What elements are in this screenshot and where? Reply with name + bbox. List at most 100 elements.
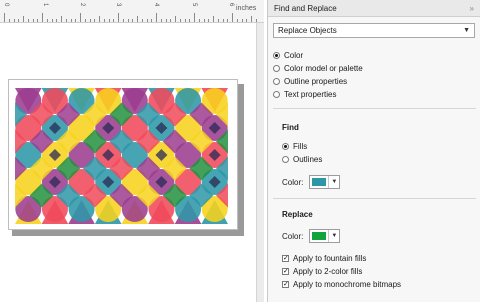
ruler-tick — [217, 19, 219, 22]
ruler-tick — [132, 19, 134, 22]
checkbox-icon: ✓ — [282, 281, 289, 288]
radio-label: Color — [284, 51, 304, 60]
ruler-tick — [141, 19, 143, 22]
ruler-tick — [70, 19, 72, 22]
ruler-tick — [46, 19, 48, 22]
ruler-tick — [122, 19, 124, 22]
chevron-down-icon[interactable]: ▼ — [328, 176, 339, 188]
ruler-tick — [241, 19, 243, 22]
ruler-number: 1 — [42, 3, 48, 7]
checkbox-icon: ✓ — [282, 255, 289, 262]
vertical-scrollbar[interactable] — [256, 23, 264, 302]
replace-color-label: Color: — [282, 231, 304, 241]
ruler-tick — [170, 19, 172, 22]
ruler-tick — [103, 19, 105, 22]
ruler-tick — [213, 16, 214, 22]
ruler-tick — [99, 16, 100, 22]
radio-button-icon — [282, 156, 289, 163]
ruler-tick — [18, 19, 20, 22]
chevron-down-icon: ▼ — [463, 27, 470, 34]
radio-color[interactable]: Color — [273, 49, 363, 62]
ruler-tick — [13, 19, 15, 22]
radio-button-icon — [273, 65, 280, 72]
ruler-number: 6 — [228, 3, 234, 7]
ruler-tick — [84, 19, 86, 22]
radio-color-model[interactable]: Color model or palette — [273, 62, 363, 75]
ruler-tick — [151, 19, 153, 22]
ruler-number: 0 — [3, 3, 9, 7]
ruler-tick — [222, 19, 224, 22]
ruler-tick — [246, 19, 248, 22]
horizontal-ruler: 0 1 2 3 4 5 6 inches — [0, 0, 264, 23]
find-options: Fills Outlines — [282, 140, 322, 166]
object-type-options: Color Color model or palette Outline pro… — [273, 49, 363, 101]
replace-color-picker[interactable]: ▼ — [309, 229, 341, 243]
chevron-down-icon[interactable]: ▼ — [328, 230, 339, 242]
ruler-tick — [80, 13, 81, 22]
radio-label: Color model or palette — [284, 64, 363, 73]
ruler-tick — [65, 19, 67, 22]
ruler-number: 4 — [153, 3, 159, 7]
radio-outlines[interactable]: Outlines — [282, 153, 322, 166]
ruler-number: 5 — [191, 3, 197, 7]
radio-button-icon — [273, 78, 280, 85]
replace-color-swatch — [312, 232, 327, 240]
divider — [273, 108, 476, 109]
docker-title: Find and Replace — [274, 3, 337, 13]
ruler-tick — [156, 13, 157, 22]
ruler-number: 3 — [115, 3, 121, 7]
mode-select[interactable]: Replace Objects ▼ — [273, 23, 475, 38]
ruler-tick — [4, 13, 5, 22]
ruler-tick — [94, 19, 96, 22]
radio-label: Text properties — [284, 90, 337, 99]
mode-select-value: Replace Objects — [278, 26, 337, 35]
ruler-tick — [118, 13, 119, 22]
ruler-tick — [251, 16, 252, 22]
checkbox-icon: ✓ — [282, 268, 289, 275]
drawing-canvas[interactable]: 0 1 2 3 4 5 6 inches — [0, 0, 264, 302]
ruler-tick — [56, 19, 58, 22]
find-section-title: Find — [282, 123, 299, 132]
ruler-tick — [8, 19, 10, 22]
divider — [273, 198, 476, 199]
ruler-tick — [255, 19, 257, 22]
find-color-row: Color: ▼ — [282, 175, 341, 189]
ruler-tick — [208, 19, 210, 22]
ruler-tick — [165, 19, 167, 22]
radio-text-properties[interactable]: Text properties — [273, 88, 363, 101]
ruler-tick — [61, 16, 62, 22]
ruler-tick — [146, 19, 148, 22]
checkbox-fountain-fills[interactable]: ✓ Apply to fountain fills — [282, 252, 401, 265]
replace-section-title: Replace — [282, 210, 313, 219]
ruler-tick — [127, 19, 129, 22]
checkbox-two-color-fills[interactable]: ✓ Apply to 2-color fills — [282, 265, 401, 278]
checkbox-label: Apply to 2-color fills — [293, 267, 363, 276]
ruler-tick — [227, 19, 229, 22]
radio-outline-properties[interactable]: Outline properties — [273, 75, 363, 88]
ruler-number: 2 — [79, 3, 85, 7]
find-color-swatch — [312, 178, 327, 186]
ruler-tick — [37, 19, 39, 22]
checkbox-monochrome-bitmaps[interactable]: ✓ Apply to monochrome bitmaps — [282, 278, 401, 291]
ruler-tick — [23, 16, 24, 22]
ruler-tick — [189, 19, 191, 22]
ruler-tick — [184, 19, 186, 22]
geometric-pattern-artwork[interactable] — [15, 88, 228, 224]
ruler-tick — [232, 13, 233, 22]
radio-label: Outlines — [293, 155, 323, 164]
radio-fills[interactable]: Fills — [282, 140, 322, 153]
ruler-tick — [27, 19, 29, 22]
find-and-replace-docker: Find and Replace » Replace Objects ▼ Col… — [267, 0, 480, 302]
ruler-tick — [198, 19, 200, 22]
radio-label: Outline properties — [284, 77, 348, 86]
ruler-tick — [89, 19, 91, 22]
ruler-tick — [137, 16, 138, 22]
ruler-tick — [175, 16, 176, 22]
find-color-label: Color: — [282, 177, 304, 187]
radio-button-icon — [282, 143, 289, 150]
ruler-tick — [113, 19, 115, 22]
expand-docker-icon[interactable]: » — [470, 4, 474, 13]
ruler-tick — [51, 19, 53, 22]
find-color-picker[interactable]: ▼ — [309, 175, 341, 189]
replace-options: ✓ Apply to fountain fills ✓ Apply to 2-c… — [282, 252, 401, 291]
